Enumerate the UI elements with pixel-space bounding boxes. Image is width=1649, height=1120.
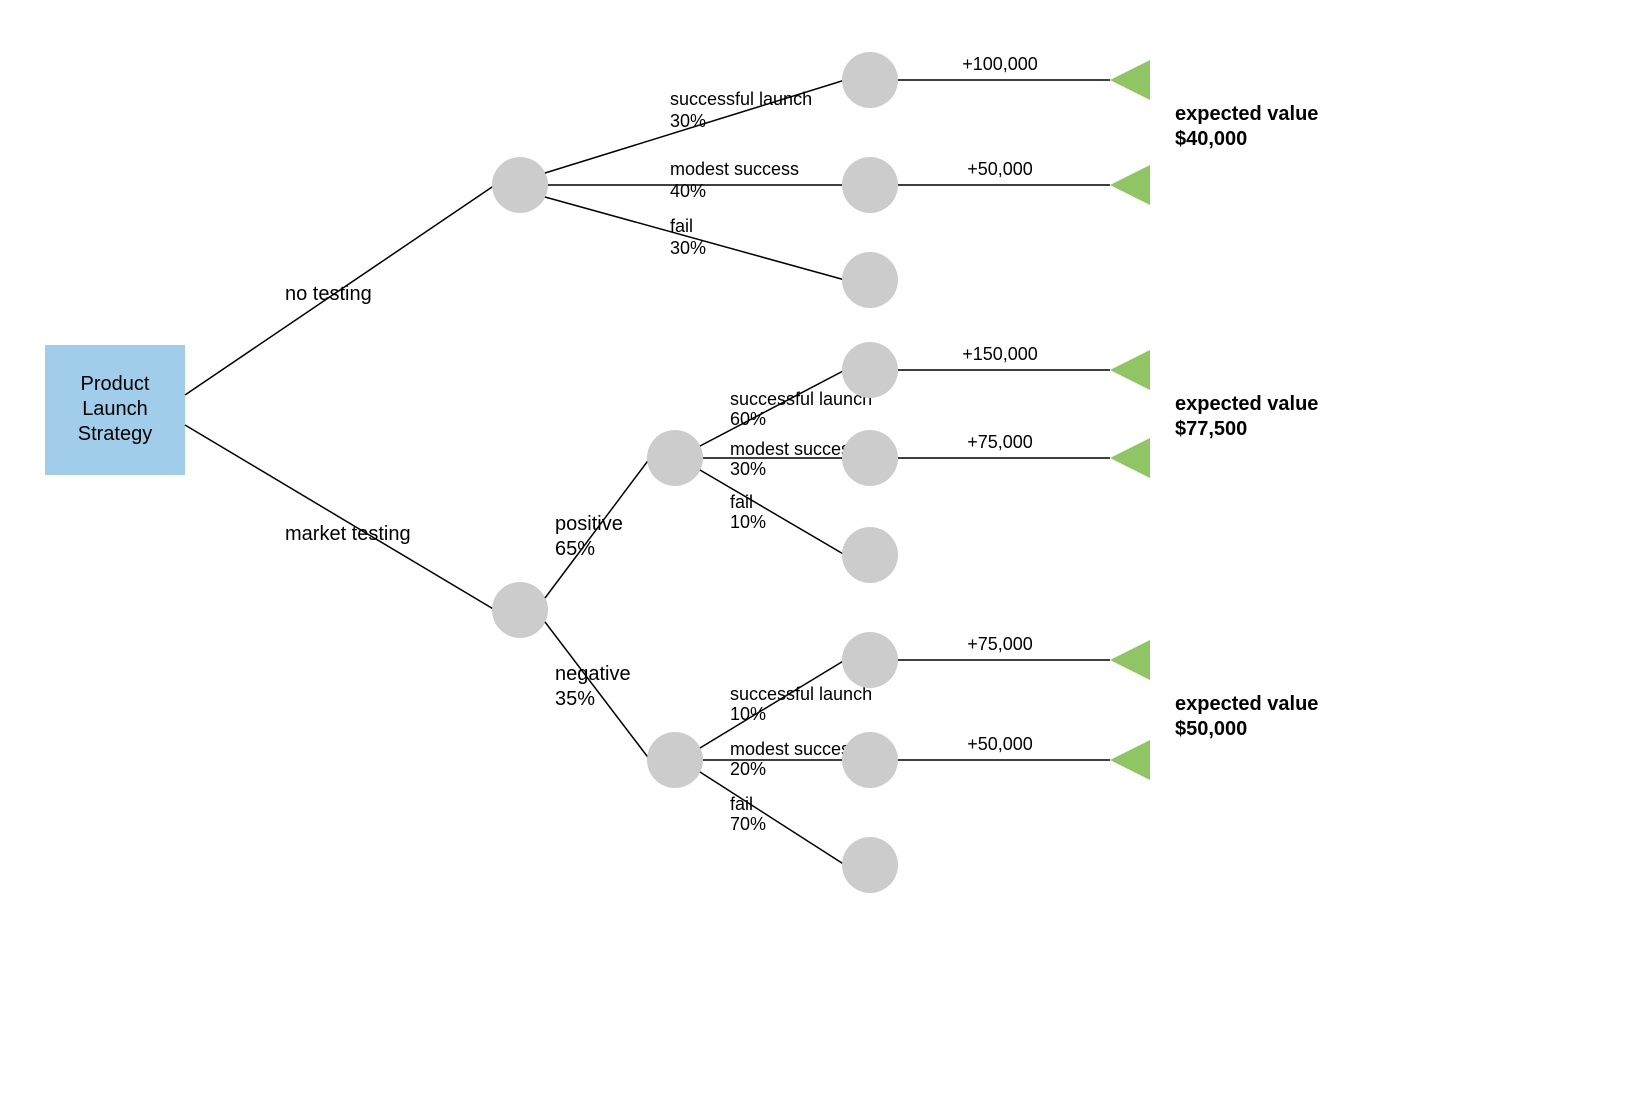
end-pos-success [1110,350,1150,390]
node-neg-fail [842,837,898,893]
root-node: Product Launch Strategy [45,345,185,475]
mt-positive-prob: 65% [555,538,595,560]
node-nt-modest [842,157,898,213]
chance-node-negative [647,732,703,788]
neg-ev-label: expected value [1175,693,1318,715]
node-pos-modest [842,430,898,486]
node-nt-fail [842,252,898,308]
root-line3: Strategy [78,423,152,445]
neg-modest-value: +50,000 [967,734,1033,754]
end-pos-modest [1110,438,1150,478]
root-line2: Launch [82,398,148,420]
neg-modest-prob: 20% [730,759,766,779]
end-neg-success [1110,640,1150,680]
decision-tree-diagram: Product Launch Strategy no testing marke… [0,0,1649,1120]
pos-ev-amount: $77,500 [1175,418,1247,440]
neg-success-label: successful launch [730,684,872,704]
end-nt-success [1110,60,1150,100]
nt-modest-value: +50,000 [967,159,1033,179]
label-market-testing: market testing [285,523,411,545]
neg-ev-amount: $50,000 [1175,718,1247,740]
nt-fail-label: fail [670,216,693,236]
edge-neg-success [700,660,845,748]
node-pos-fail [842,527,898,583]
edge-neg-fail [700,772,845,865]
nt-ev-label: expected value [1175,103,1318,125]
neg-fail-label: fail [730,794,753,814]
end-nt-modest [1110,165,1150,205]
nt-success-label: successful launch [670,89,812,109]
chance-node-positive [647,430,703,486]
pos-modest-prob: 30% [730,459,766,479]
nt-success-prob: 30% [670,111,706,131]
node-neg-success [842,632,898,688]
end-neg-modest [1110,740,1150,780]
node-pos-success [842,342,898,398]
root-line1: Product [81,373,150,395]
pos-ev-label: expected value [1175,393,1318,415]
edge-root-markettesting [185,425,495,610]
chance-node-market-testing [492,582,548,638]
pos-modest-value: +75,000 [967,432,1033,452]
nt-success-value: +100,000 [962,54,1038,74]
nt-modest-label: modest success [670,159,799,179]
pos-fail-prob: 10% [730,512,766,532]
pos-success-label: successful launch [730,389,872,409]
neg-success-value: +75,000 [967,634,1033,654]
neg-fail-prob: 70% [730,814,766,834]
pos-fail-label: fail [730,492,753,512]
pos-modest-label: modest success [730,439,859,459]
nt-fail-prob: 30% [670,238,706,258]
label-no-testing: no testing [285,283,372,305]
chance-node-no-testing [492,157,548,213]
edge-pos-fail [700,470,845,555]
neg-success-prob: 10% [730,704,766,724]
node-nt-success [842,52,898,108]
mt-negative-prob: 35% [555,688,595,710]
mt-negative-label: negative [555,663,631,685]
nt-modest-prob: 40% [670,181,706,201]
pos-success-prob: 60% [730,409,766,429]
neg-modest-label: modest success [730,739,859,759]
nt-ev-amount: $40,000 [1175,128,1247,150]
pos-success-value: +150,000 [962,344,1038,364]
mt-positive-label: positive [555,513,623,535]
node-neg-modest [842,732,898,788]
